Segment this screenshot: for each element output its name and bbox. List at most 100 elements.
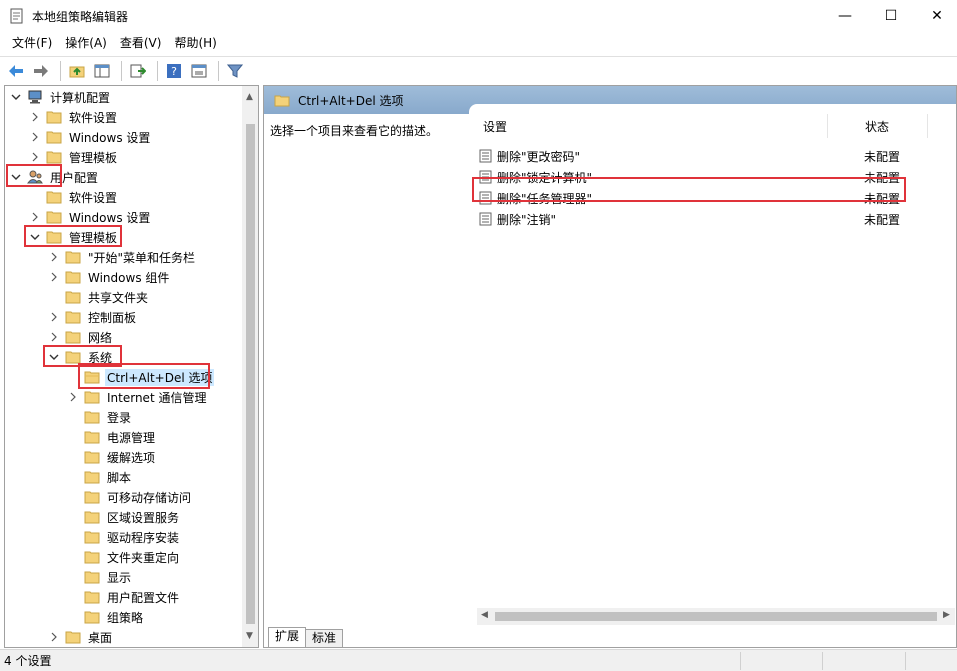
tree-item[interactable]: 组策略 — [66, 607, 145, 627]
setting-name: 删除"注销" — [497, 212, 557, 227]
policy-setting-icon — [479, 149, 492, 163]
chevron-right-icon[interactable] — [28, 130, 42, 144]
tree-item[interactable]: 控制面板 — [47, 307, 138, 327]
menu-view[interactable]: 查看(V) — [114, 32, 168, 54]
help-button[interactable]: ? — [163, 60, 185, 82]
tree-item[interactable]: 电源管理 — [66, 427, 157, 447]
scrollbar-thumb[interactable] — [495, 612, 937, 621]
table-row[interactable]: 删除"注销" 未配置 — [479, 209, 949, 229]
chevron-right-icon[interactable] — [47, 250, 61, 264]
column-divider[interactable] — [827, 114, 828, 138]
column-header-state[interactable]: 状态 — [865, 118, 889, 135]
menu-bar: 文件(F) 操作(A) 查看(V) 帮助(H) — [0, 32, 957, 54]
chevron-right-icon[interactable] — [47, 330, 61, 344]
tree-item[interactable]: 网络 — [47, 327, 114, 347]
tab-extended[interactable]: 扩展 — [268, 627, 307, 647]
tree-item[interactable]: 用户配置文件 — [66, 587, 181, 607]
tree-item[interactable]: 计算机配置 — [9, 87, 112, 107]
column-header-setting[interactable]: 设置 — [483, 118, 507, 135]
scroll-left-icon[interactable]: ◀ — [481, 610, 488, 620]
highlight-box-task-manager — [472, 177, 906, 202]
setting-state: 未配置 — [864, 212, 901, 227]
back-button[interactable] — [5, 60, 27, 82]
show-hide-tree-icon — [94, 64, 110, 77]
tree-item[interactable]: 桌面 — [47, 627, 114, 647]
folder-icon — [65, 331, 81, 344]
chevron-right-icon[interactable] — [47, 310, 61, 324]
tree-item-label: Windows 设置 — [69, 210, 151, 225]
folder-icon — [65, 251, 81, 264]
filter-button[interactable] — [224, 60, 246, 82]
close-button[interactable]: ✕ — [914, 0, 957, 32]
folder-icon — [84, 491, 100, 504]
column-divider[interactable] — [927, 114, 928, 138]
list-horizontal-scrollbar[interactable]: ◀ ▶ — [477, 608, 955, 625]
maximize-button[interactable]: ☐ — [868, 0, 914, 32]
details-pane: Ctrl+Alt+Del 选项 选择一个项目来查看它的描述。 设置 状态 删除"… — [263, 85, 957, 648]
tree-item[interactable]: 缓解选项 — [66, 447, 157, 467]
highlight-box-admin-templates — [24, 225, 122, 247]
filter-icon — [227, 64, 243, 78]
chevron-right-icon[interactable] — [28, 150, 42, 164]
tab-standard[interactable]: 标准 — [305, 629, 344, 647]
policy-editor-app-icon — [10, 8, 23, 24]
chevron-down-icon[interactable] — [9, 90, 23, 104]
export-list-button[interactable] — [127, 60, 149, 82]
folder-icon — [46, 211, 62, 224]
tree-vertical-scrollbar[interactable]: ▲ ▼ — [242, 86, 258, 647]
tree-item[interactable]: 软件设置 — [28, 107, 119, 127]
chevron-right-icon[interactable] — [47, 270, 61, 284]
toolbar: ? — [0, 56, 957, 84]
tree-item[interactable]: 驱动程序安装 — [66, 527, 181, 547]
scroll-right-icon[interactable]: ▶ — [943, 610, 950, 620]
up-level-button[interactable] — [66, 60, 88, 82]
properties-icon — [191, 64, 207, 77]
tree-item-label: 计算机配置 — [50, 90, 111, 105]
scrollbar-thumb[interactable] — [246, 124, 255, 624]
tree-item[interactable]: 可移动存储访问 — [66, 487, 193, 507]
chevron-right-icon[interactable] — [28, 110, 42, 124]
scroll-up-icon[interactable]: ▲ — [246, 92, 253, 102]
tree-item-label: 文件夹重定向 — [107, 550, 180, 565]
tree-item[interactable]: 文件夹重定向 — [66, 547, 181, 567]
tree-item-label: 驱动程序安装 — [107, 530, 180, 545]
status-bar: 4 个设置 — [0, 649, 957, 671]
toolbar-separator — [121, 60, 122, 81]
tree-item[interactable]: Windows 设置 — [28, 207, 152, 227]
folder-icon — [84, 531, 100, 544]
setting-state: 未配置 — [864, 149, 901, 164]
minimize-button[interactable]: — — [822, 0, 868, 32]
tree-item-label: "开始"菜单和任务栏 — [88, 250, 196, 265]
tree-item[interactable]: Internet 通信管理 — [66, 387, 208, 407]
scroll-down-icon[interactable]: ▼ — [246, 631, 253, 641]
table-row[interactable]: 删除"更改密码" 未配置 — [479, 146, 949, 166]
tree-item[interactable]: 显示 — [66, 567, 133, 587]
folder-icon — [84, 471, 100, 484]
tree-item-label: 网络 — [88, 330, 113, 345]
chevron-right-icon[interactable] — [28, 210, 42, 224]
tree-item[interactable]: Windows 组件 — [47, 267, 171, 287]
chevron-right-icon[interactable] — [47, 630, 61, 644]
tree-item-label: 控制面板 — [88, 310, 137, 325]
highlight-box-ctrl-alt-del — [78, 363, 210, 389]
tree-item[interactable]: Windows 设置 — [28, 127, 152, 147]
tree-item[interactable]: 脚本 — [66, 467, 133, 487]
toolbar-separator — [60, 60, 61, 81]
menu-action[interactable]: 操作(A) — [59, 32, 113, 54]
tree-item[interactable]: "开始"菜单和任务栏 — [47, 247, 197, 267]
tree-item[interactable]: 区域设置服务 — [66, 507, 181, 527]
tree-item[interactable]: 共享文件夹 — [47, 287, 150, 307]
tree-item[interactable]: 登录 — [66, 407, 133, 427]
tree-item[interactable]: 软件设置 — [28, 187, 119, 207]
title-bar: 本地组策略编辑器 — ☐ ✕ — [0, 0, 957, 32]
folder-icon — [46, 151, 62, 164]
show-hide-tree-button[interactable] — [91, 60, 113, 82]
menu-file[interactable]: 文件(F) — [6, 32, 58, 54]
chevron-right-icon[interactable] — [66, 390, 80, 404]
status-divider — [905, 652, 906, 670]
menu-help[interactable]: 帮助(H) — [168, 32, 222, 54]
tree-item-label: Windows 组件 — [88, 270, 170, 285]
forward-button[interactable] — [30, 60, 52, 82]
folder-icon — [65, 631, 81, 644]
properties-button[interactable] — [188, 60, 210, 82]
